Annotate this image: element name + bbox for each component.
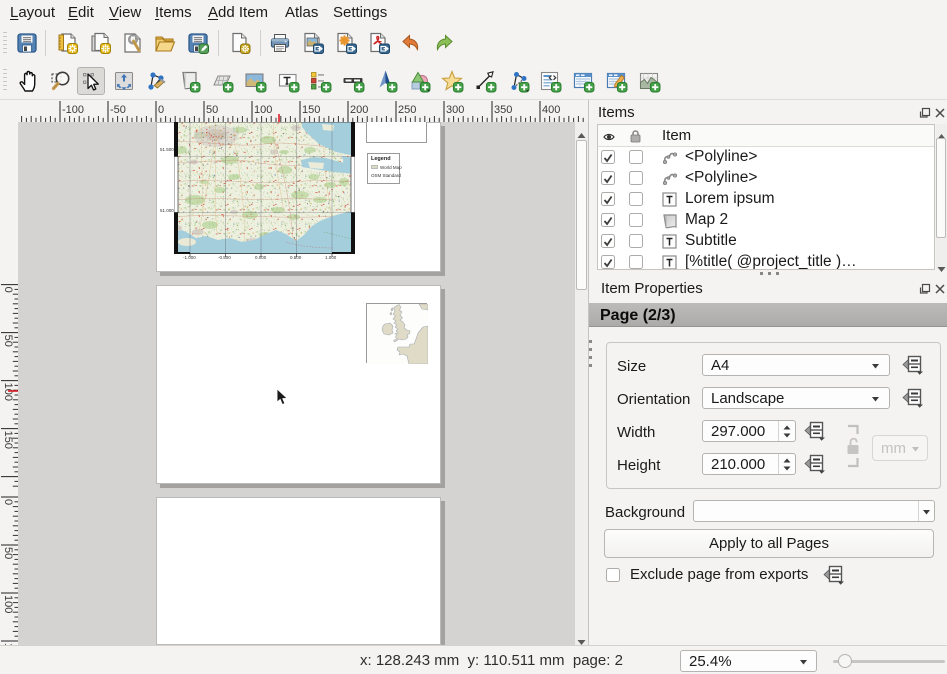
svg-text:200: 200 (350, 104, 368, 116)
svg-text:100: 100 (2, 595, 14, 613)
svg-text:350: 350 (494, 104, 512, 116)
svg-text:50: 50 (206, 104, 218, 116)
svg-text:-100: -100 (62, 104, 84, 116)
svg-text:300: 300 (446, 104, 464, 116)
svg-text:150: 150 (302, 104, 320, 116)
svg-text:150: 150 (2, 431, 14, 449)
svg-text:50: 50 (2, 547, 14, 559)
svg-text:250: 250 (398, 104, 416, 116)
svg-text:0: 0 (158, 104, 164, 116)
svg-text:0: 0 (2, 499, 14, 505)
svg-text:0: 0 (2, 287, 14, 293)
svg-text:400: 400 (542, 104, 560, 116)
svg-text:100: 100 (254, 104, 272, 116)
svg-text:-50: -50 (110, 104, 126, 116)
svg-text:50: 50 (2, 335, 14, 347)
